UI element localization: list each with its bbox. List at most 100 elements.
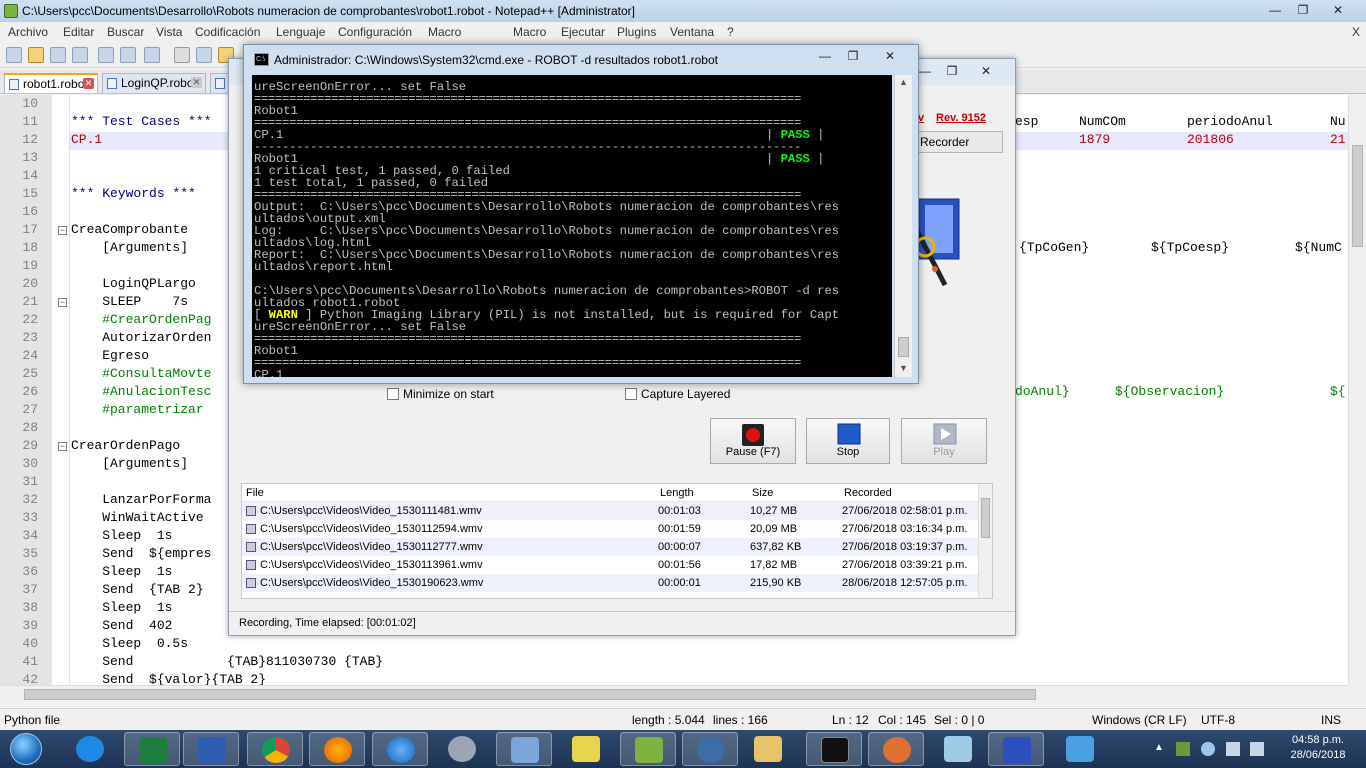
taskbar-cmd[interactable] — [806, 732, 862, 766]
start-button[interactable] — [4, 731, 48, 767]
print-icon[interactable] — [144, 47, 160, 63]
list-header: File Length Size Recorded — [242, 484, 980, 502]
tab-robot1[interactable]: robot1.robot ✕ — [4, 73, 98, 93]
menu-editar[interactable]: Editar — [63, 25, 94, 39]
column-header-size[interactable]: Size — [752, 487, 773, 499]
maximize-icon[interactable]: ❐ — [838, 48, 868, 64]
copy-icon[interactable] — [196, 47, 212, 63]
minimize-icon[interactable]: — — [1262, 2, 1288, 18]
new-file-icon[interactable] — [6, 47, 22, 63]
capture-layered-checkbox[interactable]: Capture Layered — [625, 387, 730, 401]
tab-close-icon[interactable]: ✕ — [191, 77, 202, 88]
column-header-recorded[interactable]: Recorded — [844, 487, 892, 499]
taskbar-notepadpp[interactable] — [620, 732, 676, 766]
taskbar-firefox[interactable] — [309, 732, 365, 766]
minimize-icon[interactable]: — — [814, 48, 836, 64]
recorder-window-controls: — ❐ ✕ — [915, 63, 1003, 79]
checkbox-box[interactable] — [387, 388, 399, 400]
editor-vertical-scrollbar[interactable] — [1348, 95, 1366, 685]
video-file-icon — [246, 506, 256, 516]
menu-vista[interactable]: Vista — [156, 25, 182, 39]
menu-plugins[interactable]: Plugins — [617, 25, 656, 39]
code-line: SLEEP 7s — [71, 294, 189, 309]
list-row[interactable]: C:\Users\pcc\Videos\Video_1530111481.wmv… — [242, 502, 980, 520]
recordings-list[interactable]: File Length Size Recorded C:\Users\pcc\V… — [241, 483, 993, 599]
stop-button[interactable]: Stop — [806, 418, 890, 464]
scroll-thumb[interactable] — [1352, 145, 1363, 247]
menu-buscar[interactable]: Buscar — [107, 25, 144, 39]
play-button[interactable]: Play — [901, 418, 987, 464]
column-header-file[interactable]: File — [246, 487, 264, 499]
taskbar-recorder[interactable] — [988, 732, 1044, 766]
taskbar-word[interactable] — [183, 732, 239, 766]
menu-archivo[interactable]: Archivo — [8, 25, 48, 39]
menu-codificacion[interactable]: Codificación — [195, 25, 260, 39]
taskbar-remote[interactable] — [682, 732, 738, 766]
code-line: CP.1 — [71, 132, 103, 147]
save-all-icon[interactable] — [72, 47, 88, 63]
column-header-length[interactable]: Length — [660, 487, 694, 499]
checkbox-box[interactable] — [625, 388, 637, 400]
scroll-thumb[interactable] — [898, 337, 909, 357]
tab-loginqp[interactable]: LoginQP.robot ✕ — [102, 73, 206, 93]
revision-link[interactable]: Rev. 9152 — [936, 112, 986, 124]
taskbar-notes[interactable] — [558, 732, 614, 766]
taskbar-chrome[interactable] — [247, 732, 303, 766]
tab-close-icon[interactable]: ✕ — [83, 78, 94, 89]
list-row[interactable]: C:\Users\pcc\Videos\Video_1530113961.wmv… — [242, 556, 980, 574]
taskbar-excel[interactable] — [124, 732, 180, 766]
menu-help[interactable]: ? — [727, 25, 734, 39]
taskbar-thunderbird[interactable] — [372, 732, 428, 766]
scroll-thumb[interactable] — [24, 689, 1036, 700]
taskbar-explorer[interactable] — [740, 732, 796, 766]
cmd-scrollbar[interactable]: ▲ ▼ — [894, 75, 912, 377]
menu-macro[interactable]: Macro — [513, 25, 546, 39]
cut-icon[interactable] — [174, 47, 190, 63]
maximize-icon[interactable]: ❐ — [1290, 2, 1316, 18]
fold-toggle-icon[interactable]: − — [58, 226, 67, 235]
taskbar-vpn[interactable] — [434, 732, 490, 766]
taskbar-media[interactable] — [496, 732, 552, 766]
volume-icon[interactable] — [1226, 742, 1240, 756]
save-icon[interactable] — [50, 47, 66, 63]
maximize-icon[interactable]: ❐ — [937, 63, 967, 79]
list-scrollbar[interactable] — [978, 484, 992, 598]
onedrive-icon[interactable] — [1201, 742, 1215, 756]
editor-horizontal-scrollbar[interactable] — [0, 685, 1348, 703]
pause-button[interactable]: Pause (F7) — [710, 418, 796, 464]
close-all-icon[interactable] — [120, 47, 136, 63]
menu-ejecutar[interactable]: Ejecutar — [561, 25, 605, 39]
cmd-console-output[interactable]: ureScreenOnError... set False ===========… — [252, 75, 892, 377]
windows-taskbar: ▲ 04:58 p.m. 28/06/2018 — [0, 730, 1366, 768]
menu-close-x[interactable]: X — [1352, 25, 1360, 39]
taskbar-player[interactable] — [1052, 732, 1108, 766]
menu-herramientas[interactable]: Macro — [428, 25, 461, 39]
fold-toggle-icon[interactable]: − — [58, 442, 67, 451]
tab-recorder[interactable]: Recorder — [917, 131, 1003, 153]
scroll-thumb[interactable] — [981, 498, 990, 538]
menu-lenguaje[interactable]: Lenguaje — [276, 25, 325, 39]
scroll-up-icon[interactable]: ▲ — [899, 77, 908, 87]
open-file-icon[interactable] — [28, 47, 44, 63]
action-center-icon[interactable] — [1250, 742, 1264, 756]
close-icon[interactable]: ✕ — [870, 48, 910, 64]
taskbar-app[interactable] — [930, 732, 986, 766]
list-row[interactable]: C:\Users\pcc\Videos\Video_1530112777.wmv… — [242, 538, 980, 556]
fold-toggle-icon[interactable]: − — [58, 298, 67, 307]
system-clock[interactable]: 04:58 p.m. 28/06/2018 — [1270, 733, 1366, 763]
close-icon[interactable]: ✕ — [1318, 2, 1358, 18]
close-icon[interactable]: ✕ — [969, 63, 1003, 79]
list-row[interactable]: C:\Users\pcc\Videos\Video_1530190623.wmv… — [242, 574, 980, 592]
menu-configuracion[interactable]: Configuración — [338, 25, 412, 39]
taskbar-ie[interactable] — [62, 732, 118, 766]
network-tray-icon[interactable] — [1176, 742, 1190, 756]
cell-size: 10,27 MB — [750, 505, 798, 517]
menu-ventana[interactable]: Ventana — [670, 25, 714, 39]
list-row[interactable]: C:\Users\pcc\Videos\Video_1530112594.wmv… — [242, 520, 980, 538]
taskbar-bouncer[interactable] — [868, 732, 924, 766]
scroll-down-icon[interactable]: ▼ — [899, 363, 908, 373]
close-file-icon[interactable] — [98, 47, 114, 63]
show-hidden-icons[interactable]: ▲ — [1154, 742, 1164, 753]
record-dot-icon — [742, 424, 764, 446]
minimize-on-start-checkbox[interactable]: Minimize on start — [387, 387, 494, 401]
